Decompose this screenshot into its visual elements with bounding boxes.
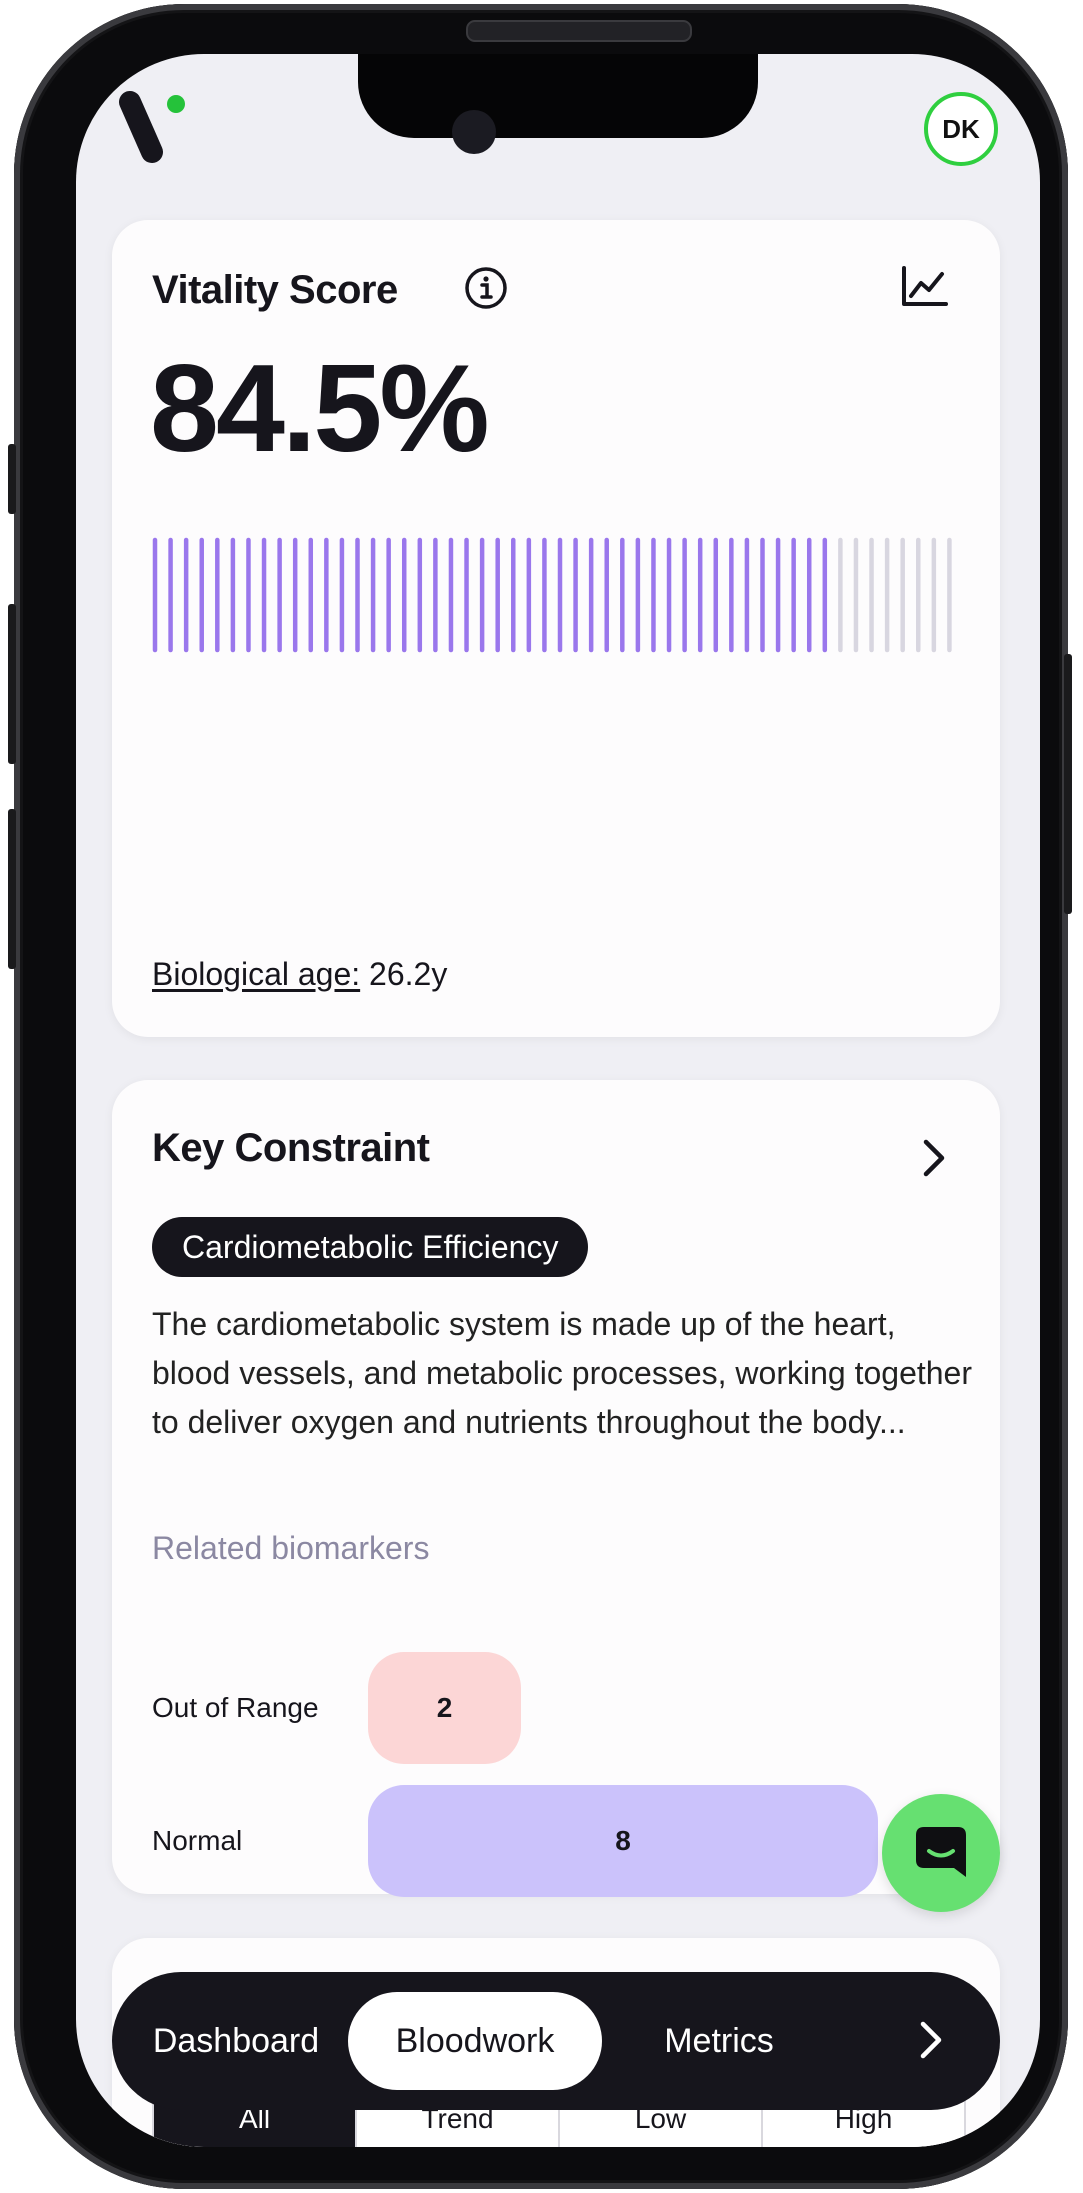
power-button bbox=[1064, 654, 1072, 914]
tabs-scroll-right-icon[interactable] bbox=[918, 2018, 944, 2062]
speaker-grille bbox=[466, 20, 692, 42]
out-of-range-label: Out of Range bbox=[152, 1692, 319, 1723]
phone-frame: DK Vitality Score 84.5% Biological age: … bbox=[8, 4, 1072, 2189]
constraint-description: The cardiometabolic system is made up of… bbox=[152, 1306, 972, 1440]
trend-chart-icon[interactable] bbox=[900, 264, 948, 308]
constraint-tag: Cardiometabolic Efficiency bbox=[152, 1217, 589, 1277]
tab-dashboard[interactable]: Dashboard bbox=[136, 1992, 336, 2090]
bottom-tab-bar: Dashboard Bloodwork Metrics bbox=[112, 1972, 1000, 2110]
out-of-range-count: 2 bbox=[436, 1692, 453, 1723]
key-constraint-title: Key Constraint bbox=[152, 1126, 430, 1170]
chat-button[interactable] bbox=[882, 1794, 1000, 1912]
related-biomarkers-label: Related biomarkers bbox=[152, 1530, 430, 1566]
screen: DK Vitality Score 84.5% Biological age: … bbox=[76, 54, 1040, 2147]
normal-bar[interactable]: 8 bbox=[368, 1785, 878, 1897]
out-of-range-bar[interactable]: 2 bbox=[368, 1652, 521, 1764]
tab-bloodwork[interactable]: Bloodwork bbox=[348, 1992, 602, 2090]
chat-icon bbox=[916, 1827, 966, 1877]
app-logo bbox=[119, 91, 185, 163]
status-dot bbox=[167, 95, 185, 113]
info-icon[interactable] bbox=[464, 266, 508, 310]
vitality-score-value: 84.5% bbox=[150, 340, 490, 478]
front-camera bbox=[452, 110, 496, 154]
normal-count: 8 bbox=[615, 1825, 631, 1856]
biological-age-label[interactable]: Biological age: bbox=[152, 956, 360, 992]
volume-down-button bbox=[8, 809, 16, 969]
volume-up-button bbox=[8, 604, 16, 764]
vitality-score-title: Vitality Score bbox=[152, 268, 398, 312]
mute-switch bbox=[8, 444, 16, 514]
normal-label: Normal bbox=[152, 1825, 243, 1856]
tab-metrics[interactable]: Metrics bbox=[602, 1992, 836, 2090]
avatar[interactable]: DK bbox=[924, 92, 998, 166]
notch bbox=[358, 54, 758, 138]
biological-age: Biological age: 26.2y bbox=[152, 956, 447, 993]
vitality-score-card: Vitality Score 84.5% Biological age: 26.… bbox=[112, 220, 1000, 1037]
biological-age-value: 26.2y bbox=[369, 956, 448, 992]
key-constraint-card[interactable]: Key Constraint Cardiometabolic Efficienc… bbox=[112, 1080, 1000, 1897]
avatar-initials: DK bbox=[942, 113, 980, 144]
vitality-score-bar bbox=[152, 537, 952, 653]
chevron-right-icon[interactable] bbox=[920, 1136, 948, 1180]
